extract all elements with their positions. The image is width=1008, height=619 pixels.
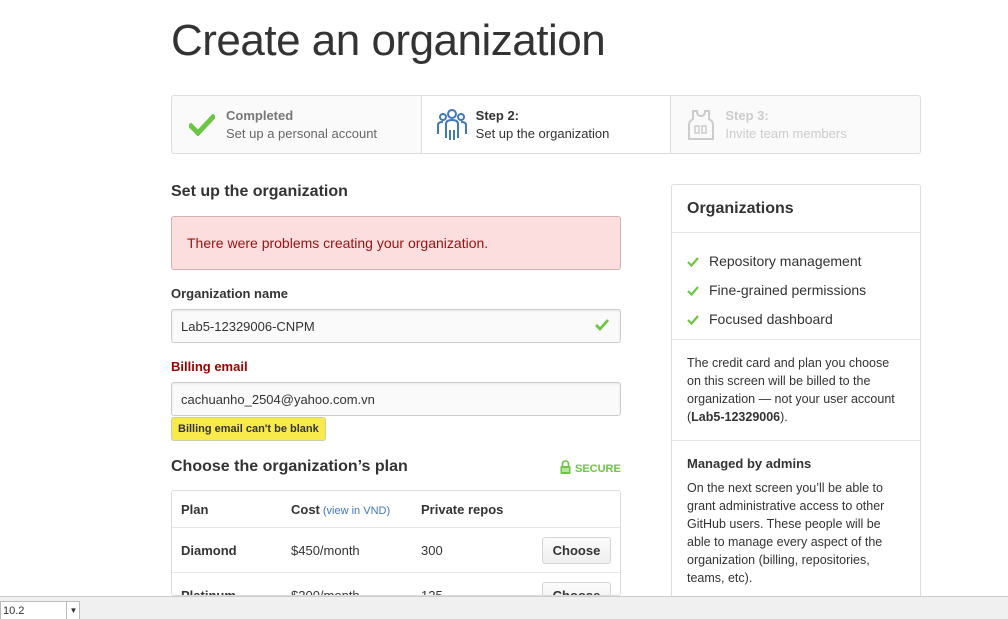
plan-column-header: Plan bbox=[181, 502, 209, 517]
step-upcoming: Step 3: Invite team members bbox=[671, 96, 920, 153]
cost-column-header: Cost (view in VND) bbox=[291, 502, 390, 517]
section-title: Set up the organization bbox=[171, 183, 348, 200]
plan-repos: 125 bbox=[421, 588, 443, 596]
list-item: Focused dashboard bbox=[687, 304, 905, 333]
choose-plan-button[interactable]: Choose bbox=[542, 582, 611, 595]
list-item: Fine-grained permissions bbox=[687, 275, 905, 304]
admins-title: Managed by admins bbox=[687, 456, 812, 471]
feature-label: Fine-grained permissions bbox=[709, 281, 867, 298]
choose-plan-button[interactable]: Choose bbox=[542, 537, 611, 564]
checkmark-icon bbox=[186, 107, 218, 143]
feature-label: Focused dashboard bbox=[709, 310, 833, 327]
plan-section-title: Choose the organization’s plan bbox=[171, 458, 408, 475]
valid-check-icon bbox=[594, 317, 610, 333]
org-name-label: Organization name bbox=[171, 286, 289, 301]
table-row: Diamond $450/month 300 Choose bbox=[172, 528, 620, 573]
admins-section: Managed by admins On the next screen you… bbox=[672, 441, 920, 601]
step-title: Completed bbox=[226, 107, 294, 123]
admins-text: On the next screen you’ll be able to gra… bbox=[687, 481, 885, 585]
billing-note-end: ). bbox=[780, 410, 788, 424]
billing-email-error: Billing email can't be blank bbox=[171, 417, 326, 441]
sidebar-title: Organizations bbox=[672, 185, 920, 233]
billing-email-label: Billing email bbox=[171, 359, 248, 374]
step-subtitle: Set up a personal account bbox=[226, 125, 378, 141]
feature-list: Repository management Fine-grained permi… bbox=[672, 233, 920, 340]
organizations-sidebar: Organizations Repository management Fine… bbox=[671, 184, 921, 614]
secure-badge: SECURE bbox=[560, 460, 621, 477]
billing-email-input[interactable] bbox=[171, 382, 621, 416]
plan-name: Diamond bbox=[181, 543, 237, 558]
repos-column-header: Private repos bbox=[421, 502, 504, 517]
error-flash: There were problems creating your organi… bbox=[171, 216, 621, 270]
org-name-input[interactable] bbox=[171, 309, 621, 343]
plan-table: Plan Cost (view in VND) Private repos Dia… bbox=[171, 490, 621, 596]
chevron-down-icon[interactable]: ▼ bbox=[66, 601, 80, 619]
step-title: Step 2: bbox=[475, 107, 520, 123]
secure-label: SECURE bbox=[575, 462, 621, 475]
plan-repos: 300 bbox=[421, 543, 443, 558]
view-in-vnd-link[interactable]: (view in VND) bbox=[323, 505, 390, 517]
people-icon bbox=[436, 107, 468, 143]
status-bar: ▼ bbox=[0, 596, 1008, 619]
step-subtitle: Set up the organization bbox=[475, 125, 610, 141]
page-title: Create an organization bbox=[171, 16, 606, 65]
plan-name: Platinum bbox=[181, 588, 236, 596]
step-current: Step 2: Set up the organization bbox=[421, 96, 672, 153]
plan-table-header: Plan Cost (view in VND) Private repos bbox=[172, 491, 620, 528]
plan-cost: $200/month bbox=[291, 588, 360, 596]
table-row: Platinum $200/month 125 Choose bbox=[172, 573, 620, 596]
feature-label: Repository management bbox=[709, 252, 862, 269]
check-icon bbox=[687, 313, 699, 325]
step-title: Step 3: bbox=[725, 107, 769, 123]
step-completed: Completed Set up a personal account bbox=[172, 96, 422, 153]
plan-cost: $450/month bbox=[291, 543, 360, 558]
step-subtitle: Invite team members bbox=[725, 125, 847, 141]
check-icon bbox=[687, 255, 699, 267]
billing-note: The credit card and plan you choose on t… bbox=[672, 340, 920, 441]
check-icon bbox=[687, 284, 699, 296]
cost-header-label: Cost bbox=[291, 502, 320, 517]
jersey-icon bbox=[685, 107, 717, 143]
billing-note-org: Lab5-12329006 bbox=[691, 410, 781, 424]
list-item: Repository management bbox=[687, 246, 905, 275]
signup-steps: Completed Set up a personal account Step… bbox=[171, 95, 921, 154]
lock-icon bbox=[560, 460, 571, 477]
